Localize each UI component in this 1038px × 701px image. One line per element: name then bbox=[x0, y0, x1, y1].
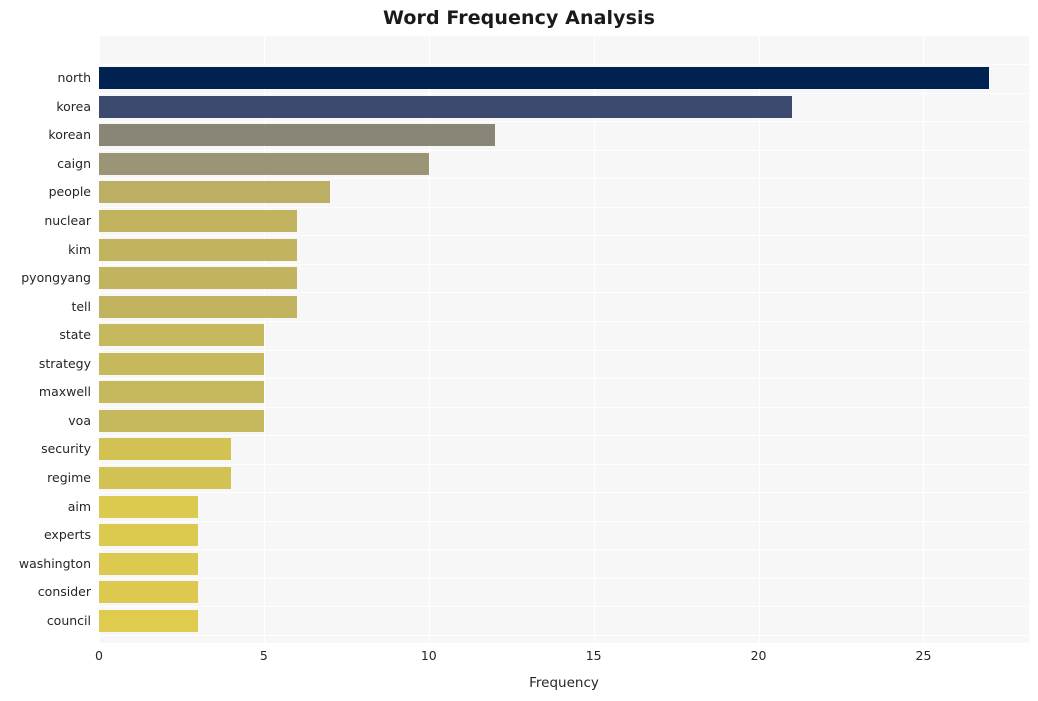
y-axis-tick-label: pyongyang bbox=[21, 270, 91, 286]
bar-fill bbox=[99, 210, 297, 233]
word-frequency-chart: Word Frequency Analysis north korea korean… bbox=[0, 0, 1038, 701]
bar bbox=[99, 295, 297, 318]
x-axis-tick-label: 20 bbox=[750, 648, 767, 663]
y-axis-tick-label: people bbox=[48, 184, 91, 200]
x-axis-tick-label: 5 bbox=[259, 648, 268, 663]
y-axis-tick-label: caign bbox=[57, 155, 91, 171]
y-axis-tick-label: security bbox=[41, 441, 91, 457]
bar-fill bbox=[99, 152, 429, 175]
y-axis-tick-label: regime bbox=[47, 469, 91, 485]
chart-title: Word Frequency Analysis bbox=[382, 7, 656, 29]
bar-fill bbox=[99, 238, 297, 261]
bar-fill bbox=[99, 67, 990, 90]
bar-fill bbox=[99, 552, 198, 575]
bar bbox=[99, 409, 264, 432]
y-axis-tick-label: consider bbox=[37, 584, 91, 600]
bar bbox=[99, 210, 297, 233]
bar-fill bbox=[99, 581, 198, 604]
bar-fill bbox=[99, 324, 264, 347]
y-axis-tick-label: aim bbox=[67, 498, 91, 514]
bar bbox=[99, 352, 264, 375]
bar bbox=[99, 152, 429, 175]
y-axis-tick-label: voa bbox=[68, 412, 91, 428]
y-axis-tick-label: tell bbox=[71, 298, 91, 314]
bars-layer bbox=[99, 36, 1029, 643]
x-axis-tick-label: 25 bbox=[915, 648, 932, 663]
x-axis-tick-label: 15 bbox=[585, 648, 602, 663]
bar bbox=[99, 324, 264, 347]
bar-fill bbox=[99, 181, 330, 204]
y-axis-tick-label: north bbox=[57, 70, 91, 86]
y-axis-tick-label: maxwell bbox=[38, 384, 91, 400]
bar bbox=[99, 552, 198, 575]
y-axis-tick-label: korea bbox=[56, 98, 91, 114]
bar-fill bbox=[99, 409, 264, 432]
bar bbox=[99, 124, 495, 147]
bar bbox=[99, 495, 198, 518]
y-axis-labels: north korea korean caign people nuclear kim pyo… bbox=[0, 36, 91, 643]
y-axis-tick-label: strategy bbox=[38, 355, 91, 371]
bar-fill bbox=[99, 267, 297, 290]
x-axis-tick-label: 10 bbox=[420, 648, 437, 663]
bar-fill bbox=[99, 381, 264, 404]
bar-fill bbox=[99, 352, 264, 375]
bar-fill bbox=[99, 295, 297, 318]
bar bbox=[99, 466, 231, 489]
x-axis-tick-label: 0 bbox=[95, 648, 103, 663]
x-axis-ticks: 0 5 10 15 20 25 bbox=[0, 648, 1038, 668]
bar-fill bbox=[99, 609, 198, 632]
y-axis-tick-label: council bbox=[46, 612, 91, 628]
y-axis-tick-label: washington bbox=[18, 555, 91, 571]
bar bbox=[99, 181, 330, 204]
bar bbox=[99, 581, 198, 604]
x-axis-title: Frequency bbox=[529, 675, 599, 691]
y-axis-tick-label: kim bbox=[68, 241, 91, 257]
bar-fill bbox=[99, 438, 231, 461]
bar-fill bbox=[99, 95, 792, 118]
y-axis-tick-label: experts bbox=[43, 527, 91, 543]
bar bbox=[99, 238, 297, 261]
bar-fill bbox=[99, 524, 198, 547]
bar-fill bbox=[99, 495, 198, 518]
plot-area bbox=[99, 36, 1029, 643]
bar bbox=[99, 381, 264, 404]
bar bbox=[99, 524, 198, 547]
y-axis-tick-label: state bbox=[59, 327, 91, 343]
bar bbox=[99, 609, 198, 632]
bar bbox=[99, 67, 990, 90]
y-axis-tick-label: korean bbox=[48, 127, 91, 143]
bar bbox=[99, 438, 231, 461]
y-axis-tick-label: nuclear bbox=[44, 213, 91, 229]
bar bbox=[99, 95, 792, 118]
bar bbox=[99, 267, 297, 290]
bar-fill bbox=[99, 466, 231, 489]
bar-fill bbox=[99, 124, 495, 147]
